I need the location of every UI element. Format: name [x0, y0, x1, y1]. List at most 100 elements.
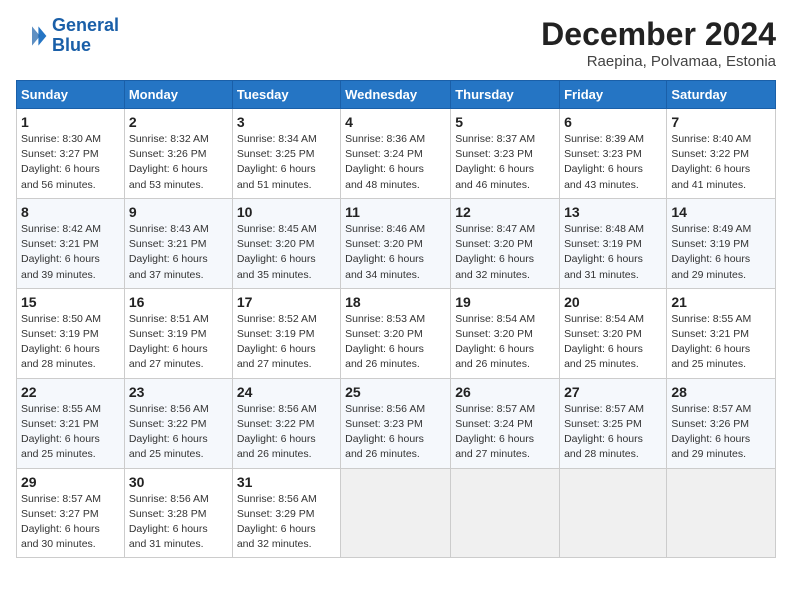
day-number: 8 [21, 204, 120, 220]
weekday-header: Saturday [667, 81, 776, 109]
calendar-cell: 13 Sunrise: 8:48 AMSunset: 3:19 PMDayligh… [560, 198, 667, 288]
weekday-header: Thursday [451, 81, 560, 109]
calendar-cell: 21Sunrise: 8:55 AMSunset: 3:21 PMDayligh… [667, 288, 776, 378]
logo-line1: General [52, 15, 119, 35]
calendar-cell [451, 468, 560, 558]
day-number: 13 [564, 204, 662, 220]
logo-line2: Blue [52, 35, 91, 55]
day-info: Sunrise: 8:53 AMSunset: 3:20 PMDaylight:… [345, 312, 446, 373]
day-info: Sunrise: 8:40 AMSunset: 3:22 PMDaylight:… [671, 132, 771, 193]
day-info: Sunrise: 8:57 AMSunset: 3:24 PMDaylight:… [455, 402, 555, 463]
day-info: Sunrise: 8:46 AMSunset: 3:20 PMDaylight:… [345, 222, 446, 283]
day-info: Sunrise: 8:57 AMSunset: 3:25 PMDaylight:… [564, 402, 662, 463]
day-info: Sunrise: 8:36 AMSunset: 3:24 PMDaylight:… [345, 132, 446, 193]
day-number: 16 [129, 294, 228, 310]
day-number: 22 [21, 384, 120, 400]
day-number: 11 [345, 204, 446, 220]
calendar-cell: 20 Sunrise: 8:54 AMSunset: 3:20 PMDayligh… [560, 288, 667, 378]
day-info: Sunrise: 8:45 AMSunset: 3:20 PMDaylight:… [237, 222, 336, 283]
calendar-cell: 10Sunrise: 8:45 AMSunset: 3:20 PMDayligh… [232, 198, 340, 288]
weekday-header: Friday [560, 81, 667, 109]
day-info: Sunrise: 8:37 AMSunset: 3:23 PMDaylight:… [455, 132, 555, 193]
calendar-cell: 4 Sunrise: 8:36 AMSunset: 3:24 PMDaylight… [341, 109, 451, 199]
calendar-cell: 1Sunrise: 8:30 AMSunset: 3:27 PMDaylight… [17, 109, 125, 199]
weekday-header: Wednesday [341, 81, 451, 109]
day-number: 9 [129, 204, 228, 220]
day-info: Sunrise: 8:54 AMSunset: 3:20 PMDaylight:… [564, 312, 662, 373]
calendar-cell: 25Sunrise: 8:56 AMSunset: 3:23 PMDayligh… [341, 378, 451, 468]
calendar-cell: 8 Sunrise: 8:42 AMSunset: 3:21 PMDaylight… [17, 198, 125, 288]
day-info: Sunrise: 8:52 AMSunset: 3:19 PMDaylight:… [237, 312, 336, 373]
calendar-week-row: 22Sunrise: 8:55 AMSunset: 3:21 PMDayligh… [17, 378, 776, 468]
calendar-cell: 16 Sunrise: 8:51 AMSunset: 3:19 PMDayligh… [124, 288, 232, 378]
day-number: 15 [21, 294, 120, 310]
calendar-week-row: 15Sunrise: 8:50 AMSunset: 3:19 PMDayligh… [17, 288, 776, 378]
logo-icon [16, 20, 48, 52]
page-header: General Blue December 2024 Raepina, Polv… [16, 16, 776, 70]
day-info: Sunrise: 8:56 AMSunset: 3:22 PMDaylight:… [237, 402, 336, 463]
day-info: Sunrise: 8:47 AMSunset: 3:20 PMDaylight:… [455, 222, 555, 283]
day-info: Sunrise: 8:32 AMSunset: 3:26 PMDaylight:… [129, 132, 228, 193]
day-info: Sunrise: 8:54 AMSunset: 3:20 PMDaylight:… [455, 312, 555, 373]
calendar-cell: 26 Sunrise: 8:57 AMSunset: 3:24 PMDayligh… [451, 378, 560, 468]
calendar-week-row: 1Sunrise: 8:30 AMSunset: 3:27 PMDaylight… [17, 109, 776, 199]
day-number: 25 [345, 384, 446, 400]
calendar-body: 1Sunrise: 8:30 AMSunset: 3:27 PMDaylight… [17, 109, 776, 558]
calendar-cell: 2 Sunrise: 8:32 AMSunset: 3:26 PMDaylight… [124, 109, 232, 199]
day-info: Sunrise: 8:49 AMSunset: 3:19 PMDaylight:… [671, 222, 771, 283]
day-info: Sunrise: 8:57 AMSunset: 3:26 PMDaylight:… [671, 402, 771, 463]
day-number: 24 [237, 384, 336, 400]
calendar-cell: 14 Sunrise: 8:49 AMSunset: 3:19 PMDayligh… [667, 198, 776, 288]
day-info: Sunrise: 8:51 AMSunset: 3:19 PMDaylight:… [129, 312, 228, 373]
calendar-cell: 28 Sunrise: 8:57 AMSunset: 3:26 PMDayligh… [667, 378, 776, 468]
calendar-cell: 23Sunrise: 8:56 AMSunset: 3:22 PMDayligh… [124, 378, 232, 468]
day-number: 20 [564, 294, 662, 310]
header-row: SundayMondayTuesdayWednesdayThursdayFrid… [17, 81, 776, 109]
day-number: 28 [671, 384, 771, 400]
day-info: Sunrise: 8:34 AMSunset: 3:25 PMDaylight:… [237, 132, 336, 193]
day-info: Sunrise: 8:43 AMSunset: 3:21 PMDaylight:… [129, 222, 228, 283]
calendar-cell: 15Sunrise: 8:50 AMSunset: 3:19 PMDayligh… [17, 288, 125, 378]
day-info: Sunrise: 8:48 AMSunset: 3:19 PMDaylight:… [564, 222, 662, 283]
calendar-header: SundayMondayTuesdayWednesdayThursdayFrid… [17, 81, 776, 109]
day-info: Sunrise: 8:39 AMSunset: 3:23 PMDaylight:… [564, 132, 662, 193]
calendar-cell: 27 Sunrise: 8:57 AMSunset: 3:25 PMDayligh… [560, 378, 667, 468]
day-number: 17 [237, 294, 336, 310]
logo-text: General Blue [52, 16, 119, 56]
calendar-cell [341, 468, 451, 558]
weekday-header: Tuesday [232, 81, 340, 109]
day-number: 7 [671, 114, 771, 130]
day-number: 30 [129, 474, 228, 490]
day-number: 21 [671, 294, 771, 310]
logo: General Blue [16, 16, 119, 56]
day-number: 5 [455, 114, 555, 130]
day-number: 27 [564, 384, 662, 400]
day-number: 14 [671, 204, 771, 220]
day-number: 29 [21, 474, 120, 490]
calendar-cell: 24 Sunrise: 8:56 AMSunset: 3:22 PMDayligh… [232, 378, 340, 468]
title-block: December 2024 Raepina, Polvamaa, Estonia [541, 16, 776, 70]
day-info: Sunrise: 8:42 AMSunset: 3:21 PMDaylight:… [21, 222, 120, 283]
day-info: Sunrise: 8:30 AMSunset: 3:27 PMDaylight:… [21, 132, 120, 193]
day-number: 2 [129, 114, 228, 130]
calendar-cell: 12 Sunrise: 8:47 AMSunset: 3:20 PMDayligh… [451, 198, 560, 288]
calendar-cell: 18Sunrise: 8:53 AMSunset: 3:20 PMDayligh… [341, 288, 451, 378]
calendar-cell: 9 Sunrise: 8:43 AMSunset: 3:21 PMDaylight… [124, 198, 232, 288]
calendar-cell: 22Sunrise: 8:55 AMSunset: 3:21 PMDayligh… [17, 378, 125, 468]
calendar-cell: 31Sunrise: 8:56 AMSunset: 3:29 PMDayligh… [232, 468, 340, 558]
calendar-cell: 30 Sunrise: 8:56 AMSunset: 3:28 PMDayligh… [124, 468, 232, 558]
calendar-subtitle: Raepina, Polvamaa, Estonia [541, 53, 776, 70]
day-number: 4 [345, 114, 446, 130]
day-info: Sunrise: 8:56 AMSunset: 3:28 PMDaylight:… [129, 492, 228, 553]
calendar-cell: 7 Sunrise: 8:40 AMSunset: 3:22 PMDaylight… [667, 109, 776, 199]
calendar-week-row: 8 Sunrise: 8:42 AMSunset: 3:21 PMDaylight… [17, 198, 776, 288]
weekday-header: Monday [124, 81, 232, 109]
day-number: 12 [455, 204, 555, 220]
calendar-cell [667, 468, 776, 558]
day-number: 6 [564, 114, 662, 130]
calendar-table: SundayMondayTuesdayWednesdayThursdayFrid… [16, 80, 776, 558]
calendar-cell [560, 468, 667, 558]
calendar-cell: 19Sunrise: 8:54 AMSunset: 3:20 PMDayligh… [451, 288, 560, 378]
day-info: Sunrise: 8:56 AMSunset: 3:22 PMDaylight:… [129, 402, 228, 463]
day-number: 26 [455, 384, 555, 400]
